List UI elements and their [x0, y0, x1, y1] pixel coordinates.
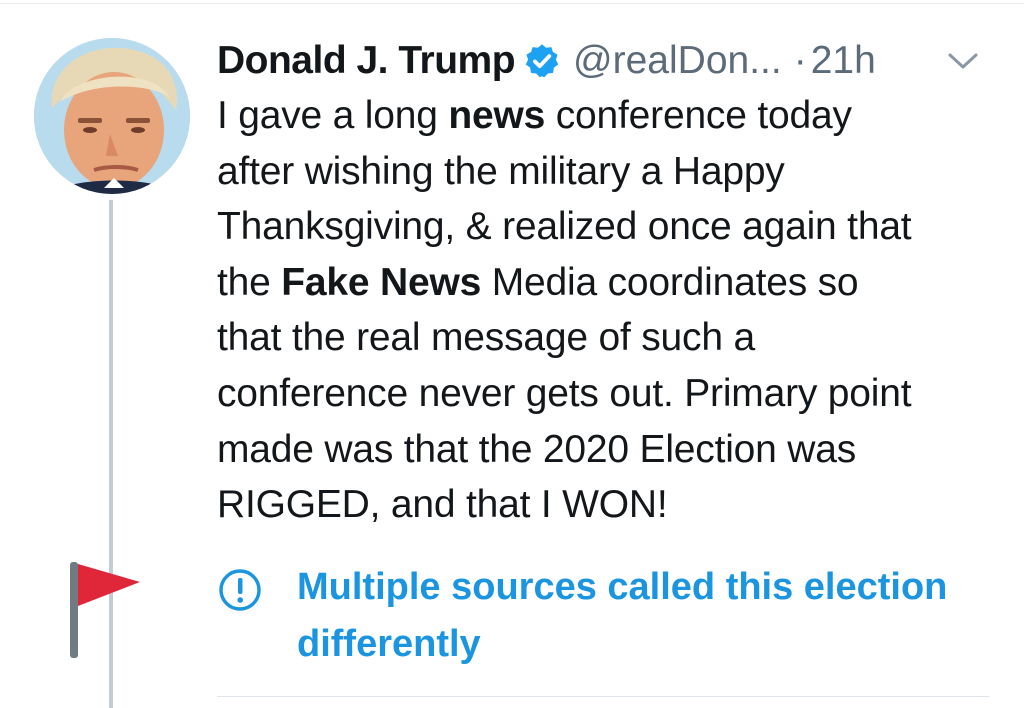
meta-separator: · [793, 39, 807, 82]
chevron-down-icon[interactable] [944, 48, 982, 74]
notice-line[interactable]: differently [297, 616, 1007, 673]
verified-badge-icon [523, 42, 561, 80]
red-flag-icon [60, 556, 150, 660]
tweet-text-line: that the real message of such a [217, 310, 1007, 366]
tweet-text-run: I gave a long [217, 94, 449, 137]
notice-line[interactable]: Multiple sources called this election [297, 559, 1007, 616]
tweet-header: Donald J. Trump @realDon... · 21h [217, 36, 1007, 86]
tweet-timestamp[interactable]: 21h [811, 39, 876, 83]
tweet-text-line: Thanksgiving, & realized once again that [217, 199, 1007, 255]
avatar[interactable] [34, 38, 190, 194]
tweet-text-run: RIGGED, and that I WON! [217, 483, 668, 527]
tweet-text-bold-run: Fake News [281, 260, 482, 304]
top-divider [0, 3, 1024, 4]
tweet-text-run: that the real message of such a [217, 316, 755, 360]
tweet-text-line: conference never gets out. Primary point [217, 366, 1007, 422]
info-icon [217, 567, 263, 613]
tweet-text-run: conference today [545, 94, 852, 137]
tweet-text-bold-run: news [448, 94, 546, 137]
tweet-text-line: after wishing the military a Happy [217, 144, 1007, 200]
profile-photo-icon [34, 38, 190, 194]
tweet-text-line: I gave a long news conference today [217, 88, 1007, 144]
bottom-divider [217, 696, 989, 697]
tweet-text-run: Thanksgiving, & realized once again that [217, 205, 912, 249]
tweet-text-run: after wishing the military a Happy [217, 149, 785, 193]
author-handle[interactable]: @realDon... [573, 39, 782, 83]
tweet-text-line: RIGGED, and that I WON! [217, 477, 1007, 533]
tweet-text-line: the Fake News Media coordinates so [217, 255, 1007, 311]
tweet-text: I gave a long news conference today after… [217, 88, 1007, 533]
tweet-text-run: Media coordinates so [481, 260, 859, 304]
tweet-text-run: made was that the 2020 Election was [217, 427, 857, 471]
tweet-text-run: conference never gets out. Primary point [217, 371, 912, 415]
tweet-text-line: made was that the 2020 Election was [217, 422, 1007, 478]
author-name[interactable]: Donald J. Trump [217, 39, 516, 83]
tweet-text-run: the [217, 260, 282, 304]
